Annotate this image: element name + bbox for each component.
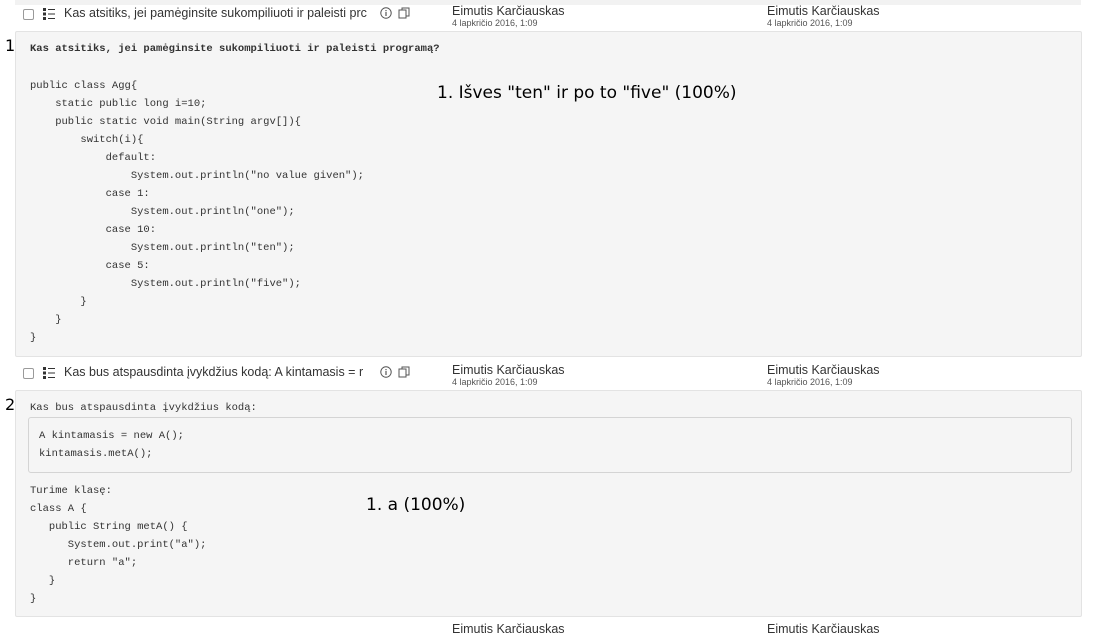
question-row-19: Kas atsitiks, jei pamėginsite sukompiliu… bbox=[15, 4, 1081, 31]
modified-by-name: Eimutis Karčiauskas bbox=[767, 4, 880, 18]
question-row-20: Kas bus atspausdinta įvykdžius kodą: A k… bbox=[15, 363, 1081, 390]
modified-by-name: Eimutis Karčiauskas bbox=[767, 363, 880, 377]
duplicate-icon[interactable] bbox=[398, 366, 410, 378]
info-icon[interactable] bbox=[380, 7, 392, 19]
next-modified-by-name: Eimutis Karčiauskas bbox=[767, 622, 880, 636]
created-date: 4 lapkričio 2016, 1:09 bbox=[452, 377, 538, 387]
inner-code-block: A kintamasis = new A(); kintamasis.metA(… bbox=[39, 430, 184, 460]
correct-answer: 1. Išves "ten" ir po to "five" (100%) bbox=[437, 83, 737, 103]
modified-date: 4 lapkričio 2016, 1:09 bbox=[767, 18, 853, 28]
question-intro: Kas bus atspausdinta įvykdžius kodą: bbox=[30, 402, 257, 414]
duplicate-icon[interactable] bbox=[398, 7, 410, 19]
inner-code-box: A kintamasis = new A(); kintamasis.metA(… bbox=[28, 417, 1072, 473]
question-name-link[interactable]: Kas bus atspausdinta įvykdžius kodą: A k… bbox=[64, 365, 376, 379]
question-preview-panel: Kas atsitiks, jei pamėginsite sukompiliu… bbox=[15, 31, 1082, 357]
code-block: Turime klasę: class A { public String me… bbox=[30, 485, 207, 605]
select-question-checkbox[interactable] bbox=[23, 368, 34, 379]
created-by-name: Eimutis Karčiauskas bbox=[452, 363, 565, 377]
info-icon[interactable] bbox=[380, 366, 392, 378]
created-by-name: Eimutis Karčiauskas bbox=[452, 4, 565, 18]
question-name-link[interactable]: Kas atsitiks, jei pamėginsite sukompiliu… bbox=[64, 6, 376, 20]
multichoice-icon bbox=[43, 8, 55, 20]
select-question-checkbox[interactable] bbox=[23, 9, 34, 20]
question-text-title: Kas atsitiks, jei pamėginsite sukompiliu… bbox=[30, 43, 440, 55]
code-block: public class Agg{ static public long i=1… bbox=[30, 80, 364, 344]
multichoice-icon bbox=[43, 367, 55, 379]
correct-answer: 1. a (100%) bbox=[366, 495, 466, 515]
question-preview-panel: Kas bus atspausdinta įvykdžius kodą: A k… bbox=[15, 390, 1082, 617]
created-date: 4 lapkričio 2016, 1:09 bbox=[452, 18, 538, 28]
modified-date: 4 lapkričio 2016, 1:09 bbox=[767, 377, 853, 387]
next-created-by-name: Eimutis Karčiauskas bbox=[452, 622, 565, 636]
